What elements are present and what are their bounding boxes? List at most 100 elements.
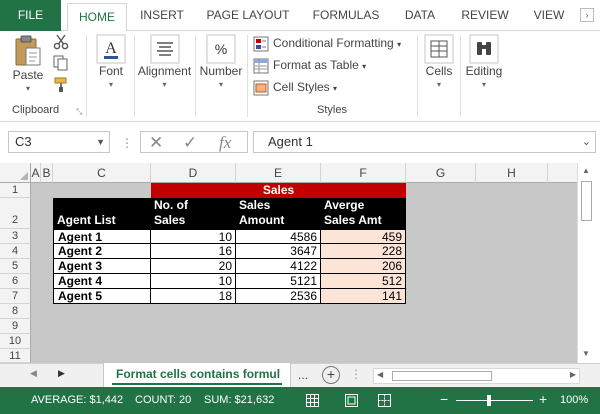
horizontal-scrollbar[interactable]: ◀ ▶	[373, 368, 580, 384]
agent-cell[interactable]: Agent 2	[53, 244, 151, 259]
cell-styles-button[interactable]: Cell Styles ▾	[253, 77, 337, 97]
sales-amount-cell[interactable]: 4122	[236, 259, 321, 274]
more-sheets-button[interactable]: ...	[298, 368, 308, 382]
column-header-d[interactable]: D	[151, 163, 236, 183]
agent-cell[interactable]: Agent 1	[53, 229, 151, 244]
no-of-sales-cell[interactable]: 10	[151, 229, 236, 244]
zoom-level[interactable]: 100%	[560, 394, 588, 406]
add-sheet-icon[interactable]: +	[322, 366, 340, 384]
number-button[interactable]: % Number ▾	[198, 34, 244, 89]
normal-view-icon[interactable]	[306, 394, 319, 407]
sheet-nav-right-icon[interactable]: ▶	[58, 368, 65, 379]
tab-insert[interactable]: INSERT	[136, 0, 188, 31]
tab-formulas[interactable]: FORMULAS	[308, 0, 384, 31]
header-no-of-sales[interactable]: No. of Sales	[151, 198, 236, 229]
formula-input[interactable]: Agent 1 ⌄	[253, 131, 596, 153]
zoom-in-icon[interactable]: +	[539, 391, 547, 407]
agent-cell[interactable]: Agent 4	[53, 274, 151, 289]
tab-page-layout[interactable]: PAGE LAYOUT	[200, 0, 296, 31]
row-header-7[interactable]: 7	[0, 289, 31, 304]
tab-view[interactable]: VIEW	[527, 0, 571, 31]
editing-button[interactable]: Editing ▾	[463, 34, 505, 89]
row-header-3[interactable]: 3	[0, 229, 31, 244]
column-header-c[interactable]: C	[53, 163, 151, 183]
scroll-left-icon[interactable]: ◀	[377, 370, 383, 379]
format-painter-button[interactable]	[52, 77, 70, 93]
cells-button[interactable]: Cells ▾	[421, 34, 457, 89]
sheet-tab-active[interactable]: Format cells contains formul	[103, 363, 291, 388]
column-header-e[interactable]: E	[236, 163, 321, 183]
ribbon-scroll-right-icon[interactable]: ›	[580, 8, 594, 22]
header-agent-list[interactable]: Agent List	[53, 198, 151, 229]
tab-home[interactable]: HOME	[67, 3, 127, 32]
agent-cell[interactable]: Agent 5	[53, 289, 151, 304]
clipboard-launcher-icon[interactable]: ⤡	[76, 107, 82, 117]
sheet-tab-split-icon[interactable]: ⋮	[350, 367, 362, 381]
conditional-formatting-button[interactable]: Conditional Formatting ▾	[253, 33, 401, 53]
cell-styles-dropdown-icon: ▾	[333, 84, 338, 93]
agent-cell[interactable]: Agent 3	[53, 259, 151, 274]
tab-review[interactable]: REVIEW	[457, 0, 513, 31]
row-header-10[interactable]: 10	[0, 334, 31, 349]
column-header-a[interactable]: A	[31, 163, 41, 183]
cut-button[interactable]	[52, 34, 70, 50]
formula-expand-icon[interactable]: ⌄	[582, 132, 591, 152]
alignment-button[interactable]: Alignment ▾	[137, 34, 192, 89]
column-header-b[interactable]: B	[41, 163, 53, 183]
no-of-sales-cell[interactable]: 18	[151, 289, 236, 304]
tab-data[interactable]: DATA	[398, 0, 442, 31]
copy-button[interactable]	[52, 55, 70, 71]
sheet-nav-left-icon[interactable]: ◀	[30, 368, 37, 379]
row-header-8[interactable]: 8	[0, 304, 31, 319]
status-average: AVERAGE: $1,442	[31, 394, 124, 406]
row-header-2[interactable]: 2	[0, 198, 31, 229]
row-header-4[interactable]: 4	[0, 244, 31, 259]
page-break-view-icon[interactable]	[378, 394, 391, 407]
column-header-f[interactable]: F	[321, 163, 406, 183]
average-sales-cell[interactable]: 141	[321, 289, 406, 304]
scroll-down-icon[interactable]: ▼	[582, 349, 590, 358]
insert-function-button[interactable]: fx	[219, 133, 231, 153]
scroll-up-icon[interactable]: ▲	[582, 166, 590, 175]
cancel-icon[interactable]: ✕	[149, 133, 163, 153]
select-all-corner[interactable]	[0, 163, 31, 183]
name-box-dropdown-icon[interactable]: ▼	[96, 132, 105, 152]
zoom-slider-thumb[interactable]	[487, 395, 491, 406]
sales-amount-cell[interactable]: 3647	[236, 244, 321, 259]
sales-banner-cell[interactable]: Sales	[151, 183, 406, 198]
row-header-11[interactable]: 11	[0, 349, 31, 363]
tab-file[interactable]: FILE	[0, 0, 61, 31]
header-average-sales-amt-line2: Sales Amt	[324, 213, 382, 227]
no-of-sales-cell[interactable]: 16	[151, 244, 236, 259]
scroll-right-icon[interactable]: ▶	[570, 370, 576, 379]
header-sales-amount[interactable]: Sales Amount	[236, 198, 321, 229]
column-header-h[interactable]: H	[476, 163, 548, 183]
horizontal-scroll-thumb[interactable]	[392, 371, 492, 381]
sales-amount-cell[interactable]: 4586	[236, 229, 321, 244]
average-sales-cell[interactable]: 512	[321, 274, 406, 289]
sales-amount-cell[interactable]: 2536	[236, 289, 321, 304]
vertical-scrollbar[interactable]: ▲ ▼	[577, 163, 595, 363]
no-of-sales-cell[interactable]: 20	[151, 259, 236, 274]
row-header-6[interactable]: 6	[0, 274, 31, 289]
no-of-sales-cell[interactable]: 10	[151, 274, 236, 289]
cell-styles-icon	[253, 80, 269, 96]
format-as-table-button[interactable]: Format as Table ▾	[253, 55, 366, 75]
column-header-g[interactable]: G	[406, 163, 476, 183]
average-sales-cell[interactable]: 459	[321, 229, 406, 244]
row-header-1[interactable]: 1	[0, 183, 31, 198]
font-button[interactable]: A Font ▾	[90, 34, 132, 89]
zoom-out-icon[interactable]: −	[440, 391, 448, 407]
page-layout-view-icon[interactable]	[345, 394, 358, 407]
enter-checkmark-icon[interactable]: ✓	[183, 133, 197, 153]
paste-button[interactable]: Paste ▾	[8, 34, 48, 93]
row-header-9[interactable]: 9	[0, 319, 31, 334]
header-average-sales-amt[interactable]: Averge Sales Amt	[321, 198, 406, 229]
zoom-slider-track[interactable]	[456, 400, 533, 401]
name-box[interactable]: C3 ▼	[8, 131, 110, 153]
average-sales-cell[interactable]: 206	[321, 259, 406, 274]
average-sales-cell[interactable]: 228	[321, 244, 406, 259]
vertical-scroll-thumb[interactable]	[581, 181, 592, 221]
sales-amount-cell[interactable]: 5121	[236, 274, 321, 289]
row-header-5[interactable]: 5	[0, 259, 31, 274]
